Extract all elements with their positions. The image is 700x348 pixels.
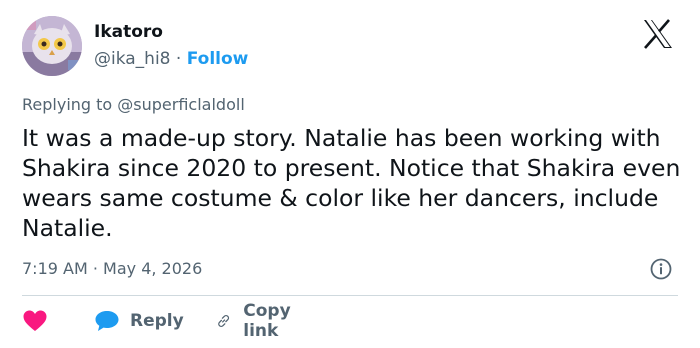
author-name[interactable]: Ikatoro bbox=[94, 22, 163, 42]
x-logo-icon[interactable] bbox=[642, 19, 674, 49]
info-icon[interactable] bbox=[650, 258, 672, 280]
heart-icon bbox=[23, 310, 47, 331]
tweet-timestamp[interactable]: 7:19 AM · May 4, 2026 bbox=[22, 259, 202, 278]
separator-dot: · bbox=[175, 49, 182, 69]
like-button[interactable] bbox=[22, 307, 48, 335]
follow-button[interactable]: Follow bbox=[187, 49, 249, 69]
copy-link-button[interactable]: Copy link bbox=[216, 301, 299, 341]
author-handle-line: @ika_hi8 · Follow bbox=[94, 49, 248, 69]
link-icon bbox=[218, 314, 230, 328]
reply-button[interactable]: Reply bbox=[94, 307, 184, 335]
reply-label: Reply bbox=[130, 311, 184, 331]
divider bbox=[22, 295, 678, 296]
tweet-text: It was a made-up story. Natalie has been… bbox=[22, 124, 681, 242]
reply-mention-link[interactable]: @superficlaldoll bbox=[117, 95, 244, 114]
reply-context: Replying to @superficlaldoll bbox=[22, 95, 245, 114]
avatar-image bbox=[22, 16, 82, 76]
copy-link-label: Copy link bbox=[243, 301, 291, 341]
author-handle[interactable]: @ika_hi8 bbox=[94, 49, 171, 69]
reply-context-prefix: Replying to bbox=[22, 95, 113, 114]
reply-bubble-icon bbox=[95, 311, 119, 331]
avatar[interactable] bbox=[22, 16, 82, 76]
